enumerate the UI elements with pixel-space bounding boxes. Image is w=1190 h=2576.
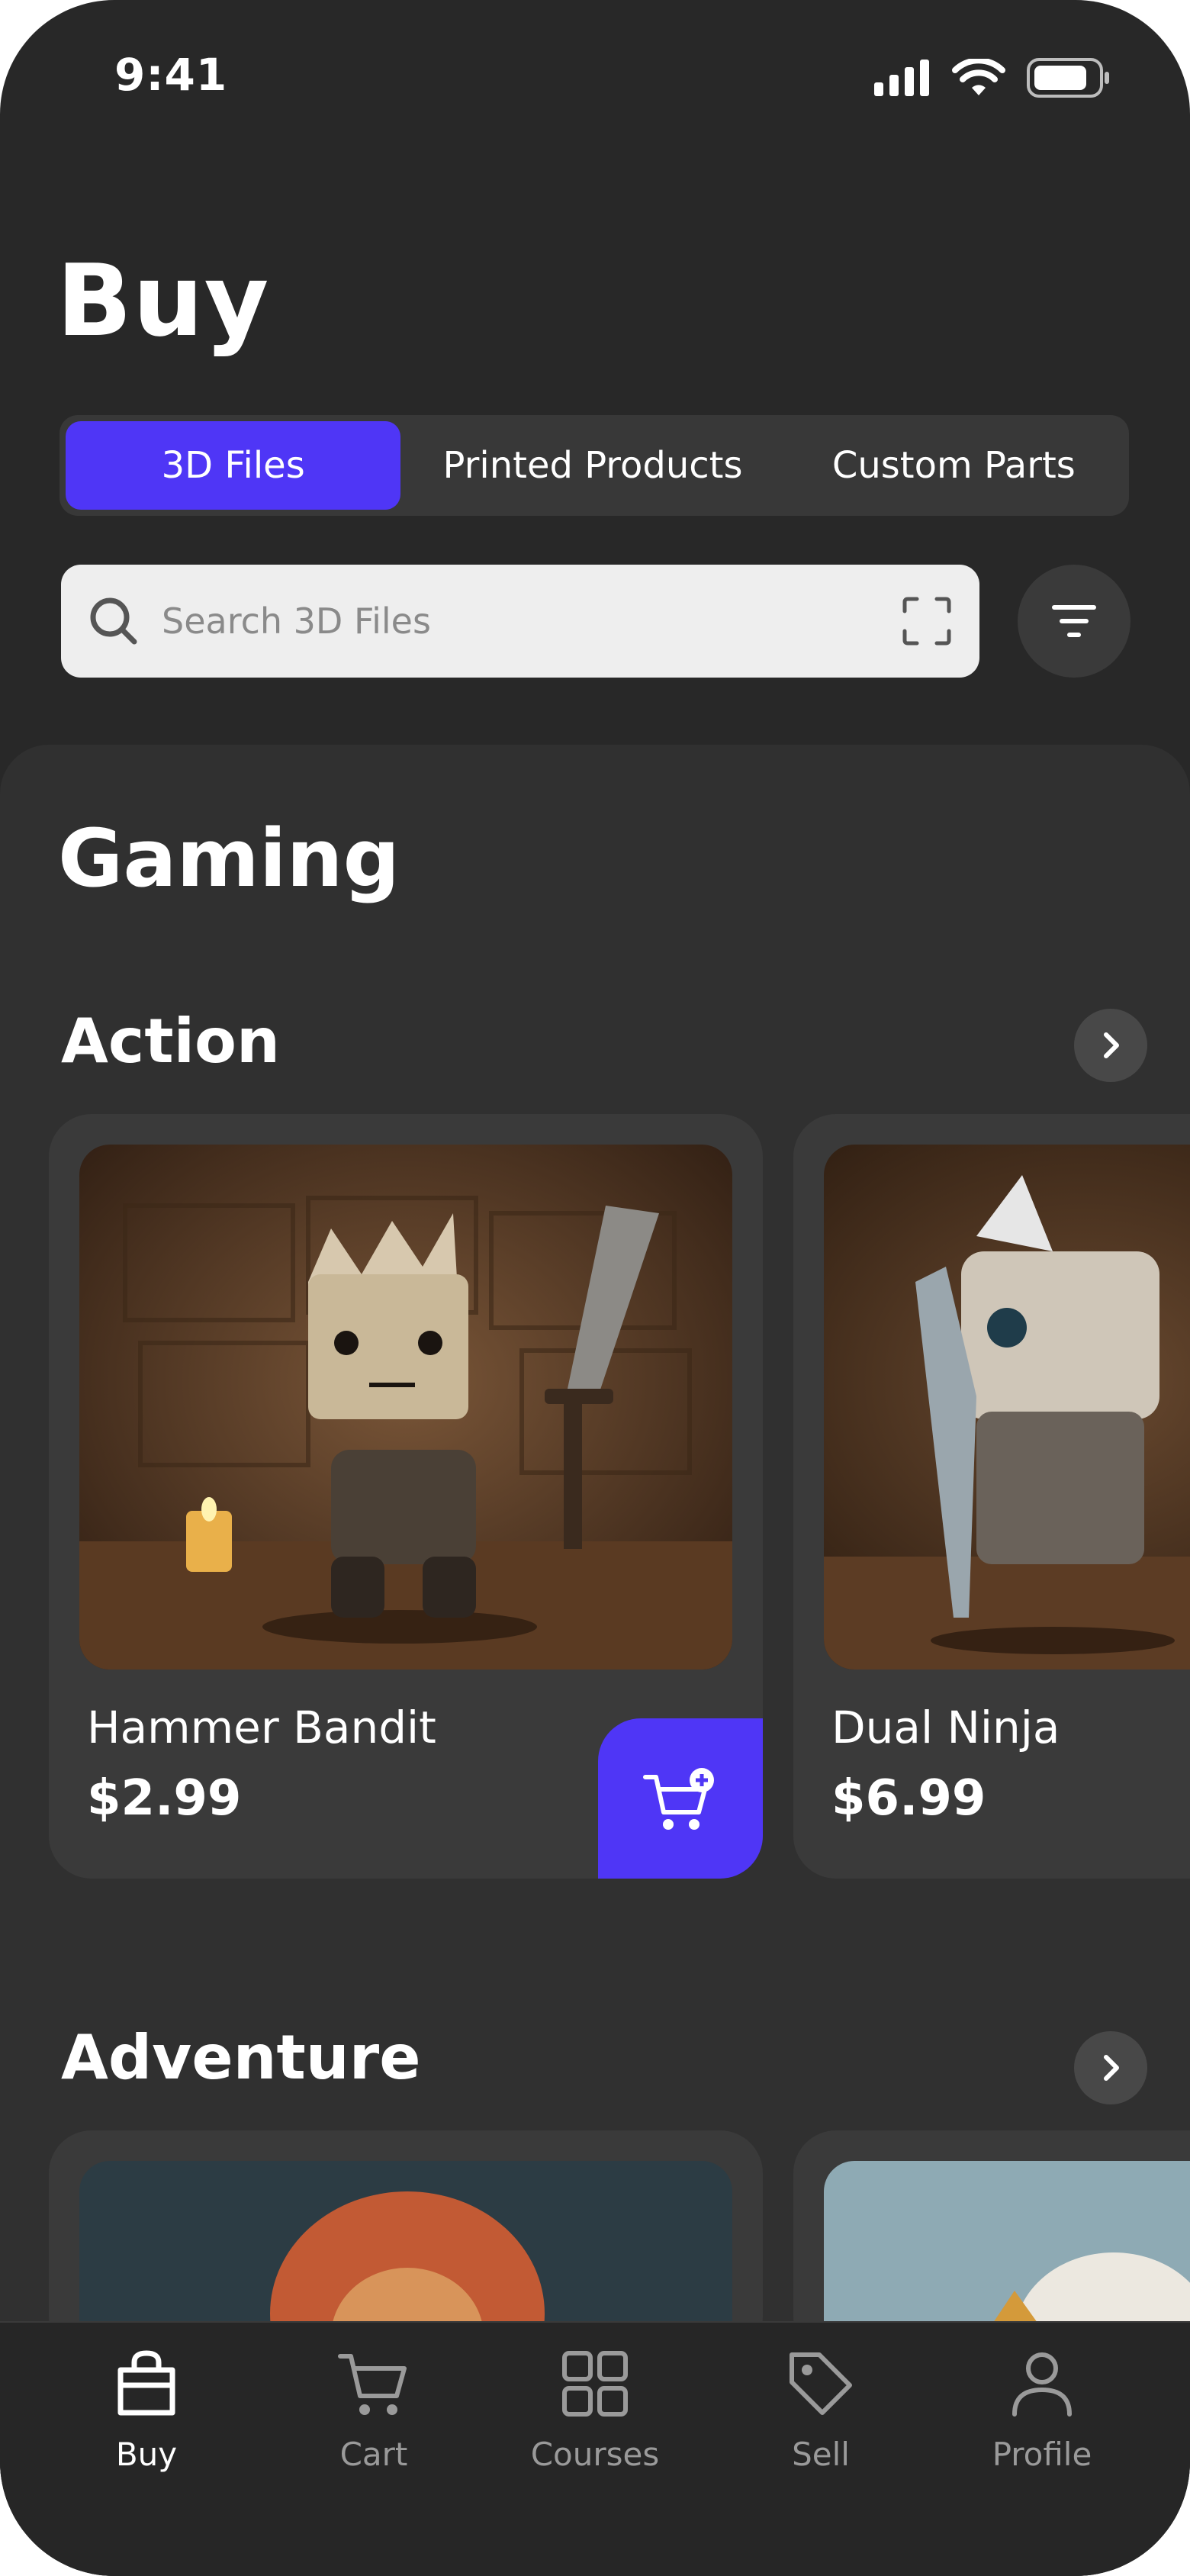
add-to-cart-button[interactable]: [598, 1718, 763, 1879]
cellular-signal-icon: [874, 60, 929, 96]
row-title-adventure: Adventure: [61, 2022, 421, 2093]
phone-screen: 9:41 Buy 3D Files Printed Products Custo…: [0, 0, 1190, 2576]
filter-icon: [1052, 605, 1096, 637]
filter-button[interactable]: [1018, 565, 1130, 678]
chevron-right-icon: [1104, 2055, 1119, 2081]
search-input[interactable]: Search 3D Files: [61, 565, 979, 678]
product-image-dual-ninja: [824, 1145, 1190, 1670]
nav-label: Buy: [115, 2436, 178, 2473]
chevron-right-icon: [1104, 1032, 1119, 1058]
product-price: $6.99: [831, 1770, 986, 1827]
nav-profile[interactable]: Profile: [943, 2346, 1141, 2473]
shopping-bag-icon: [117, 2350, 175, 2416]
wifi-icon: [952, 59, 1005, 95]
nav-label: Cart: [339, 2436, 408, 2473]
product-image[interactable]: [824, 1145, 1190, 1670]
user-icon: [1012, 2352, 1072, 2417]
nav-cart[interactable]: Cart: [275, 2346, 473, 2473]
nav-courses[interactable]: Courses: [496, 2346, 694, 2473]
product-card[interactable]: Hammer Bandit $2.99: [49, 1114, 763, 1879]
product-image-hammer-bandit: [79, 1145, 732, 1670]
nav-label: Courses: [530, 2436, 660, 2473]
bottom-nav: Buy Cart Courses Sell Profile: [0, 2321, 1190, 2576]
grid-icon: [562, 2351, 628, 2417]
add-to-cart-icon: [643, 1768, 714, 1830]
tab-printed-products[interactable]: Printed Products: [400, 421, 784, 510]
product-name: Hammer Bandit: [87, 1702, 436, 1753]
scan-icon[interactable]: [902, 596, 952, 646]
action-see-all-button[interactable]: [1074, 1009, 1147, 1082]
nav-label: Sell: [792, 2436, 850, 2473]
product-image[interactable]: [79, 1145, 732, 1670]
row-title-action: Action: [61, 1006, 280, 1077]
nav-buy[interactable]: Buy: [47, 2346, 246, 2473]
tag-icon: [790, 2352, 852, 2415]
product-name: Dual Ninja: [831, 1702, 1060, 1753]
status-icons: [874, 58, 1111, 98]
cart-icon: [338, 2354, 407, 2415]
section-title: Gaming: [58, 812, 400, 905]
product-card[interactable]: Dual Ninja $6.99: [793, 1114, 1190, 1879]
status-time: 9:41: [114, 49, 228, 101]
nav-label: Profile: [992, 2436, 1092, 2473]
tab-3d-files[interactable]: 3D Files: [66, 421, 401, 510]
product-price: $2.99: [87, 1770, 242, 1827]
adventure-see-all-button[interactable]: [1074, 2031, 1147, 2104]
tab-custom-parts[interactable]: Custom Parts: [785, 421, 1123, 510]
search-placeholder: Search 3D Files: [162, 601, 431, 642]
category-tabs: 3D Files Printed Products Custom Parts: [60, 415, 1129, 516]
page-title: Buy: [56, 243, 270, 359]
search-icon: [90, 597, 137, 645]
battery-icon: [1027, 58, 1109, 98]
nav-sell[interactable]: Sell: [722, 2346, 920, 2473]
